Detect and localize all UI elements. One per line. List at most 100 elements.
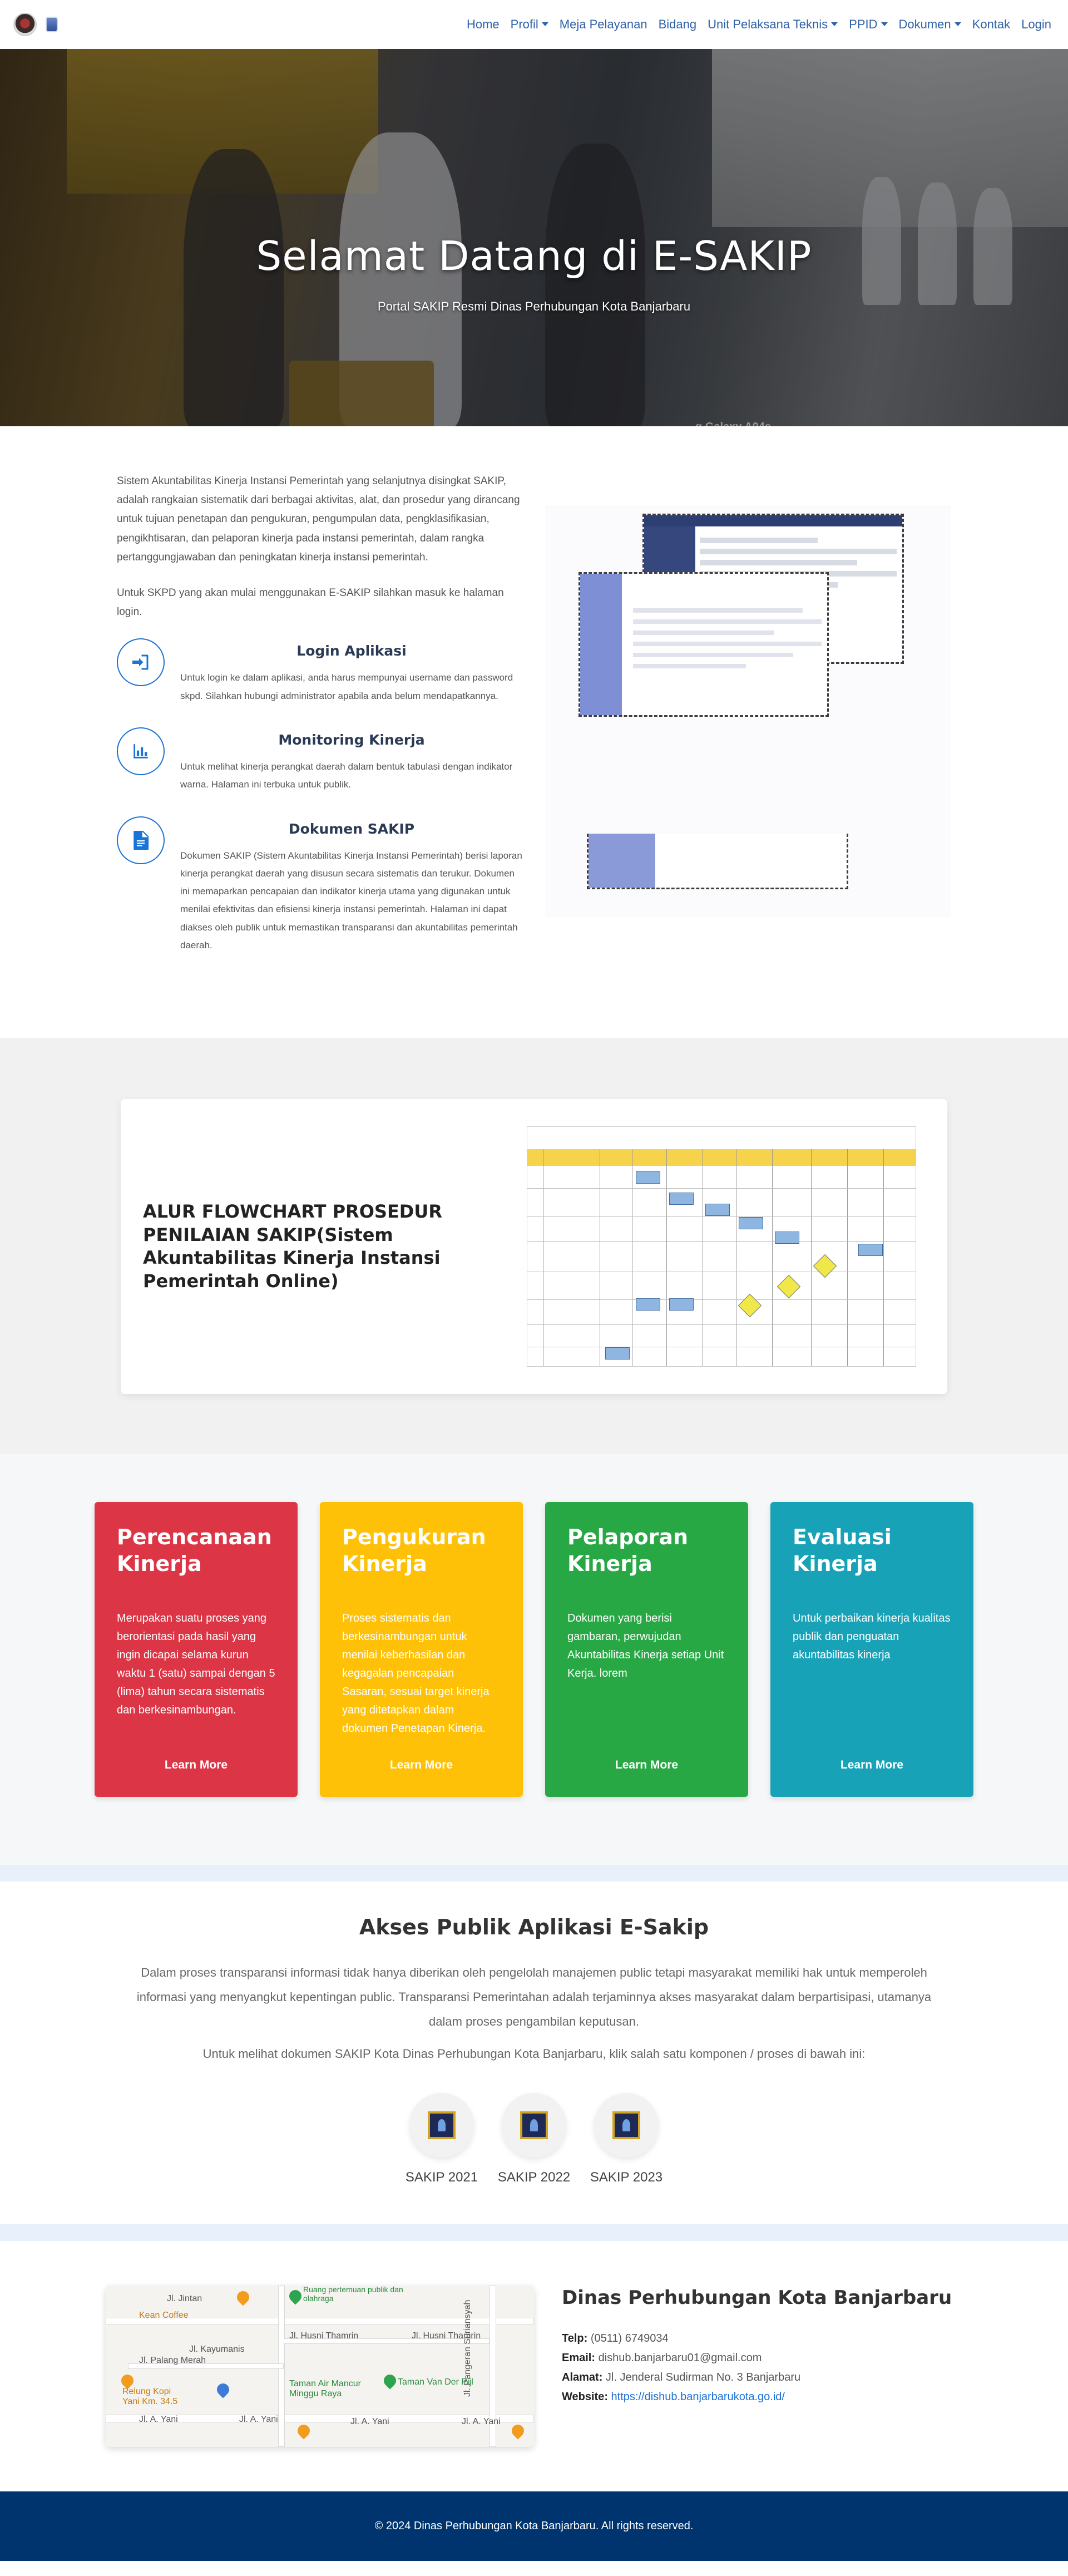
card-text: Untuk perbaikan kinerja kualitas publik … (793, 1612, 951, 1662)
feature-text: Untuk login ke dalam aplikasi, anda haru… (180, 672, 513, 701)
learn-more-link[interactable]: Learn More (320, 1759, 523, 1772)
public-lead: Untuk melihat dokumen SAKIP Kota Dinas P… (202, 2047, 866, 2061)
card-text: Proses sistematis dan berkesinambungan u… (342, 1612, 490, 1735)
about-login-hint: Untuk SKPD yang akan mulai menggunakan E… (117, 587, 504, 618)
map-pin-icon[interactable] (295, 2422, 313, 2440)
card-title: Evaluasi Kinerja (793, 1525, 892, 1576)
map-street-label: Jl. A. Yani (462, 2417, 501, 2427)
nav-home[interactable]: Home (467, 17, 500, 32)
flowchart-section: ALUR FLOWCHART PROSEDUR PENILAIAN SAKIP(… (0, 1038, 1068, 1455)
feature-text: Untuk melihat kinerja perangkat daerah d… (180, 761, 513, 790)
contact-alamat: Alamat: Jl. Jenderal Sudirman No. 3 Banj… (562, 2371, 801, 2384)
nav-meja-pelayanan[interactable]: Meja Pelayanan (560, 17, 647, 32)
section-divider (0, 2224, 1068, 2242)
sakip-label[interactable]: SAKIP 2021 (393, 2170, 491, 2185)
nav-upt-dropdown[interactable]: Unit Pelaksana Teknis (708, 17, 838, 32)
nav-menu: Home Profil Meja Pelayanan Bidang Unit P… (467, 17, 1051, 32)
card-title: Pengukuran Kinerja (342, 1525, 486, 1576)
learn-more-link[interactable]: Learn More (95, 1759, 298, 1772)
map-street-label: Jl. A. Yani (139, 2415, 178, 2425)
chart-icon (117, 727, 165, 775)
contact-name: Dinas Perhubungan Kota Banjarbaru (562, 2287, 952, 2309)
feature-title[interactable]: Dokumen SAKIP (180, 816, 523, 841)
map-poi[interactable]: Kean Coffee (139, 2311, 189, 2321)
map-street-label: Jl. A. Yani (239, 2415, 278, 2425)
contact-telp: Telp: (0511) 6749034 (562, 2332, 669, 2345)
map-poi[interactable]: Ruang pertemuan publik dan olahraga (303, 2286, 403, 2303)
brand[interactable] (13, 13, 58, 36)
flowchart-card: ALUR FLOWCHART PROSEDUR PENILAIAN SAKIP(… (121, 1099, 947, 1395)
section-divider (0, 1865, 1068, 1882)
map-street-label: Jl. Husni Thamrin (289, 2331, 359, 2341)
map-street-label: Jl. Jintan (167, 2294, 202, 2304)
learn-more-link[interactable]: Learn More (545, 1759, 748, 1772)
card-title: Perencanaan Kinerja (117, 1525, 272, 1576)
map-pin-icon[interactable] (381, 2372, 399, 2390)
map-street-label: Jl. Palang Merah (139, 2356, 206, 2366)
feature-login[interactable]: Login Aplikasi Untuk login ke dalam apli… (117, 638, 523, 705)
nav-dokumen-dropdown[interactable]: Dokumen (899, 17, 961, 32)
feature-dokumen[interactable]: Dokumen SAKIP Dokumen SAKIP (Sistem Akun… (117, 816, 523, 955)
hero-banner: g Galaxy A04e Selamat Datang di E-SAKIP … (0, 49, 1068, 426)
app-screenshot-list (587, 834, 848, 889)
map-pin-icon[interactable] (214, 2381, 232, 2398)
learn-more-link[interactable]: Learn More (770, 1759, 973, 1772)
website-link[interactable]: https://dishub.banjarbarukota.go.id/ (611, 2391, 785, 2403)
sakip-logo-icon[interactable] (502, 2093, 566, 2158)
contact-info: Dinas Perhubungan Kota Banjarbaru Telp: … (562, 2286, 952, 2447)
footer-copyright: © 2024 Dinas Perhubungan Kota Banjarbaru… (374, 2520, 694, 2533)
sakip-logo-icon[interactable] (594, 2093, 659, 2158)
map-poi[interactable]: Relung Kopi Yani Km. 34.5 (122, 2387, 184, 2406)
flowchart-title: ALUR FLOWCHART PROSEDUR PENILAIAN SAKIP(… (143, 1201, 442, 1292)
sakip-label[interactable]: SAKIP 2022 (485, 2170, 583, 2185)
sign-in-icon (117, 638, 165, 687)
sakip-logo-icon[interactable] (409, 2093, 474, 2158)
nav-login[interactable]: Login (1021, 17, 1051, 32)
feature-text: Dokumen SAKIP (Sistem Akuntabilitas Kine… (180, 850, 522, 950)
navbar: Home Profil Meja Pelayanan Bidang Unit P… (0, 0, 1068, 49)
dishub-logo[interactable] (46, 17, 58, 32)
feature-title[interactable]: Monitoring Kinerja (180, 727, 523, 752)
map-poi[interactable]: Taman Air Mancur Minggu Raya (289, 2379, 381, 2398)
sakip-2022[interactable]: SAKIP 2022 (498, 2093, 570, 2185)
hero-photo-watermark: g Galaxy A04e (695, 421, 771, 426)
contact-email: Email: dishub.banjarbaru01@gmail.com (562, 2352, 762, 2365)
about-paragraph: Sistem Akuntabilitas Kinerja Instansi Pe… (117, 475, 520, 563)
card-pengukuran-kinerja: Pengukuran Kinerja Proses sistematis dan… (320, 1502, 523, 1797)
sakip-list: SAKIP 2021 SAKIP 2022 SAKIP 2023 (134, 2093, 934, 2185)
city-logo[interactable] (13, 13, 37, 36)
map-pin-icon[interactable] (234, 2288, 252, 2306)
nav-ppid-dropdown[interactable]: PPID (849, 17, 887, 32)
card-text: Merupakan suatu proses yang berorientasi… (117, 1612, 275, 1717)
card-pelaporan-kinerja: Pelaporan Kinerja Dokumen yang berisi ga… (545, 1502, 748, 1797)
public-access-section: Akses Publik Aplikasi E-Sakip Dalam pros… (0, 1881, 1068, 2224)
map-pin-icon[interactable] (286, 2287, 304, 2305)
public-title: Akses Publik Aplikasi E-Sakip (359, 1915, 709, 1940)
app-screenshot-illustration (545, 505, 951, 917)
nav-bidang[interactable]: Bidang (659, 17, 697, 32)
kinerja-cards-section: Perencanaan Kinerja Merupakan suatu pros… (0, 1454, 1068, 1865)
hero-subtitle: Portal SAKIP Resmi Dinas Perhubungan Kot… (377, 299, 691, 313)
nav-kontak[interactable]: Kontak (972, 17, 1011, 32)
feature-monitoring[interactable]: Monitoring Kinerja Untuk melihat kinerja… (117, 727, 523, 794)
sakip-label[interactable]: SAKIP 2023 (577, 2170, 675, 2185)
document-icon (117, 816, 165, 864)
map-pin-icon[interactable] (509, 2422, 527, 2440)
map-street-label: Jl. A. Yani (350, 2417, 389, 2427)
card-evaluasi-kinerja: Evaluasi Kinerja Untuk perbaikan kinerja… (770, 1502, 973, 1797)
location-map[interactable]: Jl. Jintan Jl. Husni Thamrin Jl. Husni T… (106, 2286, 534, 2447)
hero-title: Selamat Datang di E-SAKIP (256, 233, 812, 279)
app-screenshot-table (578, 572, 829, 717)
feature-title[interactable]: Login Aplikasi (180, 638, 523, 663)
about-section: Sistem Akuntabilitas Kinerja Instansi Pe… (0, 426, 1068, 1038)
hero-text: Selamat Datang di E-SAKIP Portal SAKIP R… (0, 233, 1068, 314)
card-title: Pelaporan Kinerja (567, 1525, 689, 1576)
sakip-2023[interactable]: SAKIP 2023 (590, 2093, 662, 2185)
nav-profil-dropdown[interactable]: Profil (511, 17, 548, 32)
contact-section: Jl. Jintan Jl. Husni Thamrin Jl. Husni T… (0, 2241, 1068, 2491)
flowchart-image[interactable] (527, 1126, 916, 1367)
about-text: Sistem Akuntabilitas Kinerja Instansi Pe… (117, 472, 523, 977)
map-poi[interactable]: Taman Van Der Pijl (398, 2377, 473, 2387)
footer: © 2024 Dinas Perhubungan Kota Banjarbaru… (0, 2491, 1068, 2562)
sakip-2021[interactable]: SAKIP 2021 (406, 2093, 478, 2185)
